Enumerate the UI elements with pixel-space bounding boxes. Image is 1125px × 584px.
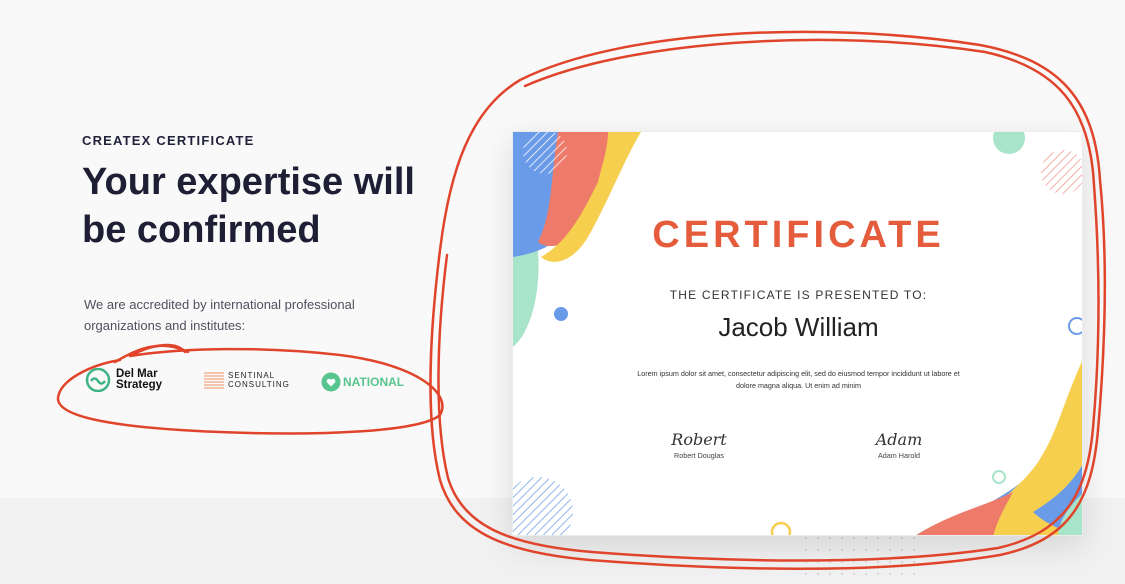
- signature-1-name: Robert Douglas: [674, 451, 724, 460]
- signature-2-script: Adam: [875, 430, 923, 449]
- national-wordmark: NATIONAL: [343, 375, 405, 389]
- certificate-body: Lorem ipsum dolor sit amet, consectetur …: [637, 369, 960, 390]
- certificate-subtitle: THE CERTIFICATE IS PRESENTED TO:: [669, 288, 928, 302]
- dot-pattern: [800, 532, 920, 584]
- signature-2-name: Adam Harold: [878, 451, 920, 460]
- partner-national[interactable]: NATIONAL: [321, 372, 404, 392]
- annotation-logos-loop-2: [113, 344, 190, 364]
- delmar-wordmark: Del Mar Strategy: [116, 368, 163, 391]
- certificate-title: CERTIFICATE: [652, 214, 945, 256]
- certificate-card: CERTIFICATE THE CERTIFICATE IS PRESENTED…: [512, 131, 1083, 536]
- delmar-logo-icon: [85, 368, 111, 392]
- sentinal-logo-icon: [204, 372, 224, 389]
- partner-logos: Del Mar Strategy SENTINAL CONSULTING NAT…: [85, 366, 425, 402]
- section-headline: Your expertise will be confirmed: [82, 161, 415, 251]
- section-eyebrow: CREATEX CERTIFICATE: [82, 133, 255, 148]
- partner-delmar[interactable]: Del Mar Strategy: [85, 368, 162, 392]
- accreditation-text: We are accredited by international profe…: [84, 297, 355, 333]
- signature-1-script: Robert: [671, 430, 727, 449]
- sentinal-line1: SENTINAL: [228, 371, 276, 380]
- certificate-recipient: Jacob William: [718, 312, 879, 342]
- signature-1: Robert Robert Douglas: [639, 430, 759, 460]
- delmar-line2: Strategy: [116, 379, 163, 391]
- national-heart-icon: [321, 372, 341, 392]
- sentinal-line2: CONSULTING: [228, 380, 290, 389]
- sentinal-wordmark: SENTINAL CONSULTING: [228, 371, 290, 389]
- partner-sentinal[interactable]: SENTINAL CONSULTING: [203, 370, 290, 390]
- signature-2: Adam Adam Harold: [839, 430, 959, 460]
